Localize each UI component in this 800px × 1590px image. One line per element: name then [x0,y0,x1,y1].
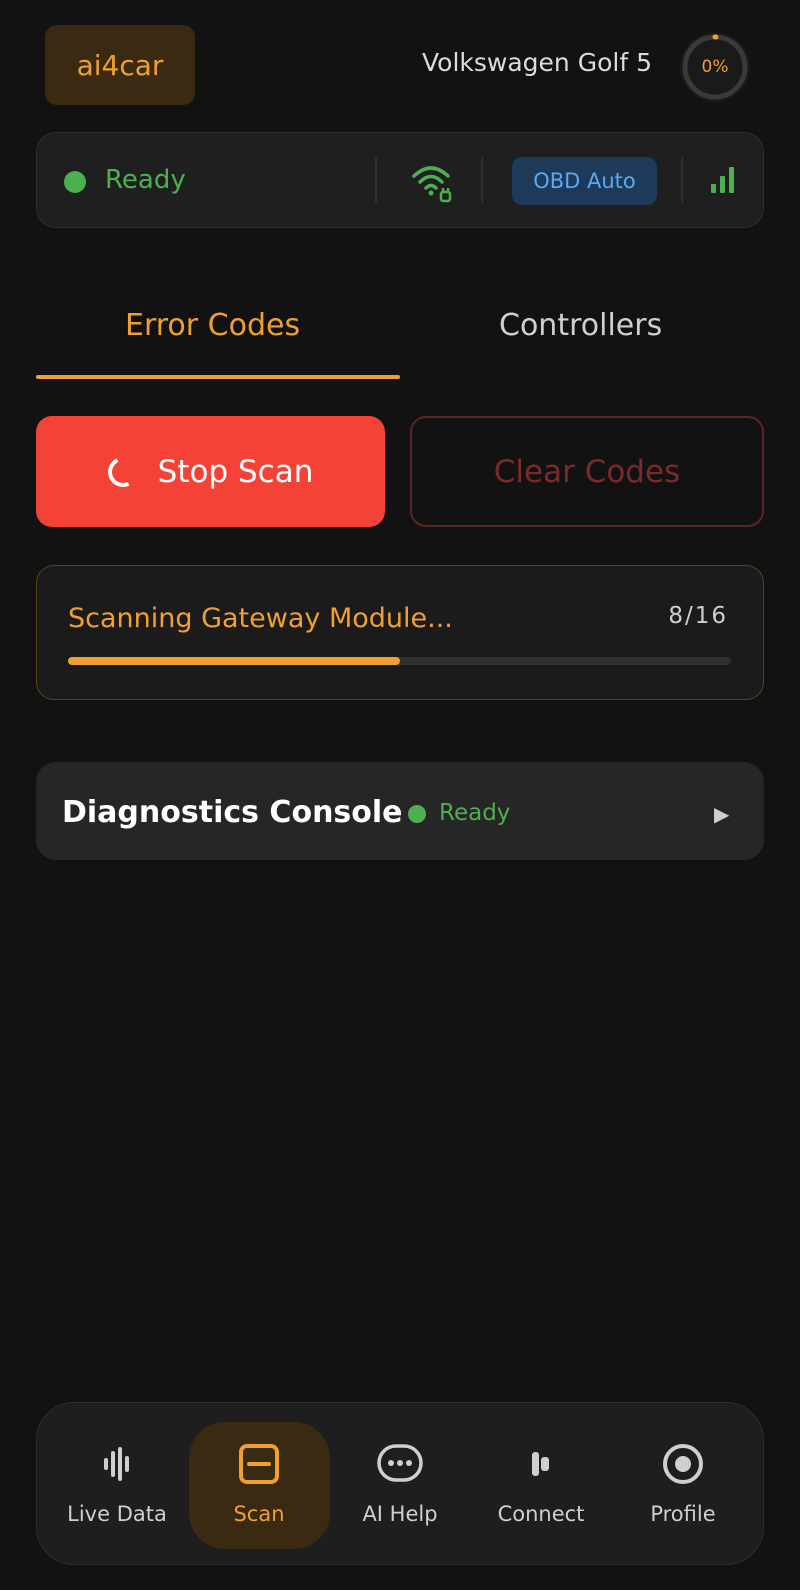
wifi-plug-icon[interactable] [410,162,456,210]
nav-item-connect[interactable]: Connect [471,1440,611,1526]
console-status-dot-icon [408,805,426,823]
nav-label: Scan [233,1502,285,1526]
active-tab-indicator [36,375,400,379]
status-divider [481,157,483,203]
nav-item-live-data[interactable]: Live Data [47,1440,187,1526]
scan-icon [239,1440,279,1488]
nav-item-scan[interactable]: Scan [189,1440,329,1526]
waveform-icon [102,1440,132,1488]
nav-label: Profile [650,1502,716,1526]
console-status: Ready [439,800,511,826]
stop-scan-button[interactable]: Stop Scan [36,416,385,527]
nav-label: Connect [497,1502,585,1526]
overall-progress-ring: 0% [676,28,754,106]
clear-codes-label: Clear Codes [493,453,681,490]
scan-status-label: Scanning Gateway Module... [68,603,453,634]
profile-icon [662,1440,704,1488]
scan-progress-fill [68,657,400,665]
console-title: Diagnostics Console [62,795,403,830]
tab-error-codes[interactable]: Error Codes [125,308,300,343]
nav-item-ai-help[interactable]: AI Help [330,1440,470,1526]
obd-mode-badge[interactable]: OBD Auto [512,157,657,205]
chat-bubble-icon [377,1440,423,1488]
tab-controllers[interactable]: Controllers [499,308,662,343]
status-divider [681,157,683,203]
signal-bars-icon [710,164,736,198]
app-logo: ai4car [45,25,195,105]
progress-ring-label: 0% [701,57,729,77]
spinner-icon [103,452,142,491]
status-text: Ready [105,165,186,195]
scan-count: 8/16 [668,603,728,629]
status-dot-icon [64,171,86,193]
scan-progress-track [68,657,731,665]
connect-icon [529,1440,553,1488]
nav-label: AI Help [362,1502,438,1526]
status-divider [375,157,377,203]
clear-codes-button[interactable]: Clear Codes [410,416,764,527]
expand-arrow-icon[interactable]: ▶ [714,802,729,826]
app-logo-text: ai4car [76,48,164,82]
vehicle-name[interactable]: Volkswagen Golf 5 [422,48,652,77]
nav-item-profile[interactable]: Profile [613,1440,753,1526]
stop-scan-label: Stop Scan [157,453,314,490]
nav-label: Live Data [67,1502,167,1526]
